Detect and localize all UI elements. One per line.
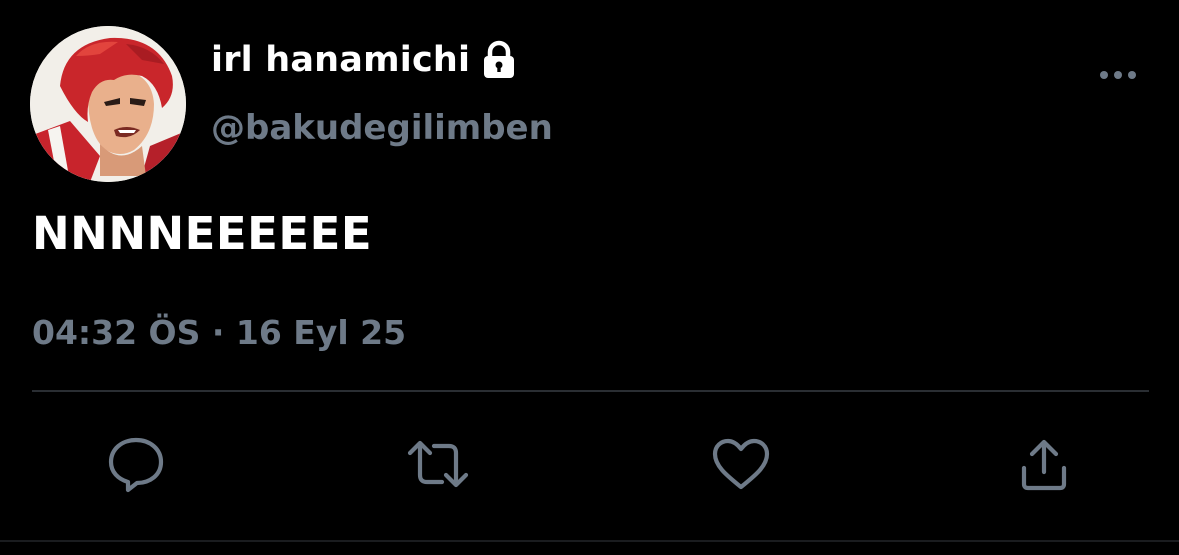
reply-button[interactable] (104, 432, 168, 496)
display-name: irl hanamichi (211, 40, 471, 80)
more-options-button[interactable] (1090, 60, 1146, 90)
heart-icon (712, 438, 770, 490)
tweet-timestamp[interactable]: 04:32 ÖS · 16 Eyl 25 (32, 313, 406, 352)
reply-icon (108, 437, 164, 493)
user-handle[interactable]: @bakudegilimben (211, 108, 553, 148)
divider (32, 390, 1149, 392)
tweet-text: NNNNEEEEEE (32, 207, 373, 260)
avatar[interactable] (30, 26, 186, 182)
share-icon (1021, 439, 1067, 491)
bottom-divider (0, 540, 1179, 542)
avatar-image (30, 26, 186, 182)
lock-icon (480, 40, 518, 80)
share-button[interactable] (1012, 432, 1076, 496)
tweet-card: irl hanamichi @bakudegilimben NNNNEEEEEE… (0, 0, 1179, 555)
like-button[interactable] (709, 432, 773, 496)
display-name-row[interactable]: irl hanamichi (211, 40, 518, 80)
more-dots-icon (1100, 71, 1136, 79)
retweet-icon (407, 440, 469, 488)
retweet-button[interactable] (406, 432, 470, 496)
